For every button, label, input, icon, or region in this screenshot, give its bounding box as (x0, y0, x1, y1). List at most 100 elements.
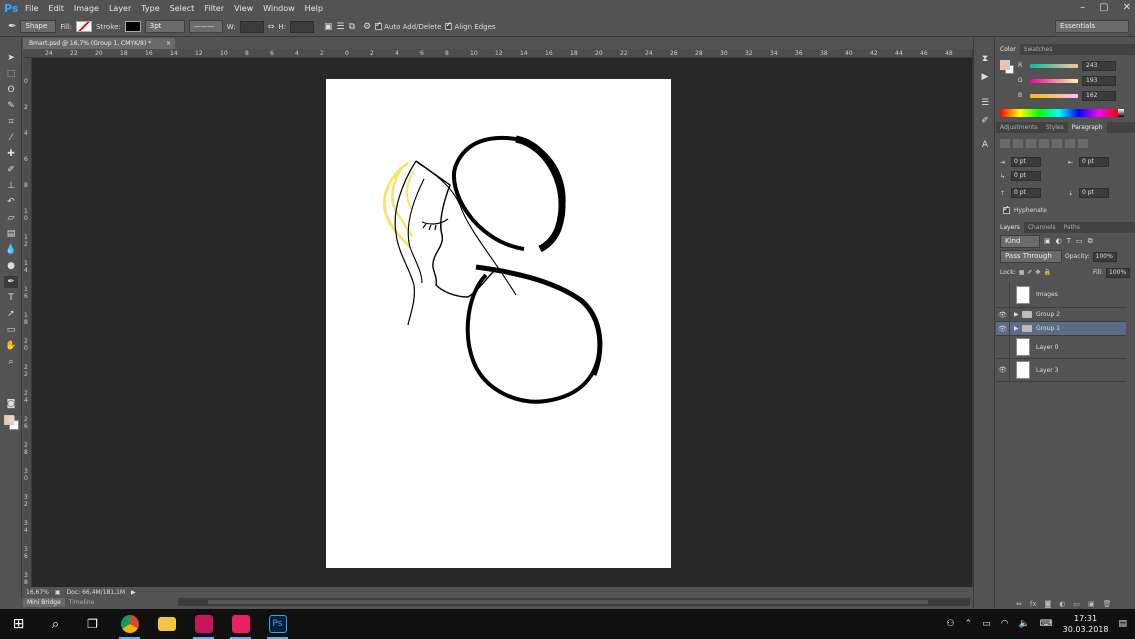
indent-left-field[interactable]: 0 pt (1011, 157, 1041, 167)
expand-arrow-icon[interactable]: ▶ (1014, 311, 1022, 318)
clock[interactable]: 17:31 30.03.2018 (1063, 613, 1109, 635)
keyboard-icon[interactable]: ⌨ (1040, 619, 1053, 629)
volume-icon[interactable]: 🔈 (1018, 619, 1029, 629)
layer-row-images[interactable]: Images (996, 282, 1126, 308)
blend-mode-dropdown[interactable]: Pass Through (1000, 250, 1062, 263)
align-left-button[interactable] (1000, 139, 1010, 148)
align-edges-checkbox[interactable] (445, 20, 453, 30)
type-tool-icon[interactable]: T (4, 292, 18, 304)
fill-field[interactable]: 100% (1106, 267, 1130, 278)
path-operations-icon[interactable]: ▣ (324, 22, 333, 32)
add-mask-icon[interactable]: ◙ (1044, 600, 1051, 608)
brush-panel-icon[interactable]: ✐ (978, 114, 992, 128)
justify-last-right-button[interactable] (1065, 139, 1075, 148)
lock-all-icon[interactable]: 🔒 (1043, 269, 1050, 276)
delete-layer-icon[interactable]: 🗑 (1103, 600, 1112, 608)
new-group-icon[interactable]: ▭ (1073, 600, 1080, 608)
lock-paint-icon[interactable]: ✐ (1027, 269, 1032, 276)
document-canvas[interactable] (326, 79, 671, 568)
menu-edit[interactable]: Edit (43, 4, 69, 13)
dodge-tool-icon[interactable]: ● (4, 260, 18, 272)
menu-type[interactable]: Type (136, 4, 164, 13)
link-icon[interactable]: ⇔ (268, 22, 275, 31)
space-before-field[interactable]: 0 pt (1011, 188, 1041, 198)
lock-position-icon[interactable]: ✥ (1035, 269, 1040, 276)
visibility-toggle[interactable] (996, 336, 1010, 358)
maximize-button[interactable]: ▢ (1099, 2, 1108, 13)
taskbar-whatsapp[interactable] (185, 609, 222, 639)
opacity-field[interactable]: 100% (1092, 251, 1117, 262)
history-panel-icon[interactable]: ⧗ (978, 52, 992, 66)
tab-channels[interactable]: Channels (1024, 222, 1060, 233)
wifi-icon[interactable]: ◠ (1001, 619, 1009, 629)
expand-arrow-icon[interactable]: ▶ (1014, 325, 1022, 332)
status-menu-arrow-icon[interactable]: ▶ (131, 589, 136, 596)
blur-tool-icon[interactable]: 💧 (4, 244, 18, 256)
zoom-level[interactable]: 16,67% (26, 589, 49, 596)
tab-layers[interactable]: Layers (996, 222, 1024, 233)
document-tab[interactable]: Bmart.psd @ 16,7% (Group 1, CMYK/8) * × (23, 38, 175, 49)
history-brush-tool-icon[interactable]: ↶ (4, 196, 18, 208)
zoom-tool-icon[interactable]: ⌕ (4, 356, 18, 368)
layer-style-icon[interactable]: fx (1030, 600, 1037, 608)
character-panel-icon[interactable]: A (978, 138, 992, 152)
menu-view[interactable]: View (229, 4, 258, 13)
show-hidden-icons-icon[interactable]: ⌃ (965, 619, 973, 629)
marquee-tool-icon[interactable]: ⬚ (4, 68, 18, 80)
menu-layer[interactable]: Layer (104, 4, 136, 13)
path-alignment-icon[interactable]: ☰ (337, 22, 345, 32)
menu-image[interactable]: Image (69, 4, 104, 13)
auto-add-delete-option[interactable]: Auto Add/Delete (375, 20, 441, 31)
horizontal-scrollbar[interactable] (178, 598, 970, 606)
tab-adjustments[interactable]: Adjustments (996, 122, 1042, 133)
adjustment-layer-icon[interactable]: ◐ (1059, 600, 1065, 608)
horizontal-scroll-thumb[interactable] (208, 600, 928, 604)
task-view-button[interactable]: ❐ (74, 609, 111, 639)
actions-panel-icon[interactable]: ▶ (978, 70, 992, 84)
filter-type-icon[interactable]: T (1067, 237, 1071, 246)
filter-adjustment-icon[interactable]: ◐ (1056, 237, 1062, 246)
taskbar-photoshop[interactable]: Ps (259, 609, 296, 639)
eye-icon[interactable]: 👁 (996, 322, 1010, 335)
eye-icon[interactable]: 👁 (996, 308, 1010, 321)
tool-mode-dropdown[interactable]: Shape (20, 20, 57, 33)
battery-icon[interactable]: ▭ (982, 619, 991, 629)
menu-help[interactable]: Help (300, 4, 328, 13)
hand-tool-icon[interactable]: ✋ (4, 340, 18, 352)
rectangle-tool-icon[interactable]: ▭ (4, 324, 18, 336)
healing-brush-tool-icon[interactable]: ✚ (4, 148, 18, 160)
tab-styles[interactable]: Styles (1042, 122, 1068, 133)
justify-all-button[interactable] (1078, 139, 1088, 148)
lock-pixels-icon[interactable]: ▦ (1019, 269, 1025, 276)
space-after-field[interactable]: 0 pt (1079, 188, 1109, 198)
filter-smart-object-icon[interactable]: ⧉ (1088, 237, 1093, 246)
eyedropper-tool-icon[interactable]: ⁄ (4, 132, 18, 144)
search-button[interactable]: ⌕ (37, 609, 74, 639)
visibility-toggle[interactable] (996, 282, 1010, 307)
justify-last-left-button[interactable] (1039, 139, 1049, 148)
taskbar-chrome[interactable] (111, 609, 148, 639)
auto-add-delete-checkbox[interactable] (375, 20, 383, 30)
start-button[interactable]: ⊞ (0, 609, 37, 639)
blue-value-field[interactable]: 162 (1082, 90, 1116, 101)
hyphenate-checkbox[interactable] (1003, 204, 1010, 214)
pen-tool-icon[interactable]: ✒ (8, 21, 16, 32)
taskbar-instagram[interactable] (222, 609, 259, 639)
canvas-area[interactable]: 24 22 20 18 16 14 12 10 8 6 4 2 0 2 4 6 8 10 12 14 16 18 20 22 2… (23, 49, 972, 587)
indent-first-line-field[interactable]: 0 pt (1011, 171, 1041, 181)
red-slider[interactable] (1030, 63, 1078, 68)
settings-gear-icon[interactable]: ⚙ (363, 22, 371, 32)
screen-mode-icon[interactable]: ▣ (4, 414, 18, 426)
menu-select[interactable]: Select (165, 4, 200, 13)
properties-panel-icon[interactable]: ☰ (978, 96, 992, 110)
stroke-type-dropdown[interactable]: ——— (188, 20, 223, 33)
link-layers-icon[interactable]: ⇔ (1016, 600, 1022, 608)
quick-mask-icon[interactable]: ◙ (4, 398, 18, 410)
menu-window[interactable]: Window (258, 4, 300, 13)
align-edges-option[interactable]: Align Edges (445, 20, 496, 31)
tab-paths[interactable]: Paths (1060, 222, 1084, 233)
menu-filter[interactable]: Filter (199, 4, 229, 13)
layer-row-layer-3[interactable]: 👁 Layer 3 (996, 359, 1126, 382)
layer-row-group-2[interactable]: 👁 ▶ Group 2 (996, 308, 1126, 322)
green-value-field[interactable]: 193 (1082, 75, 1116, 86)
